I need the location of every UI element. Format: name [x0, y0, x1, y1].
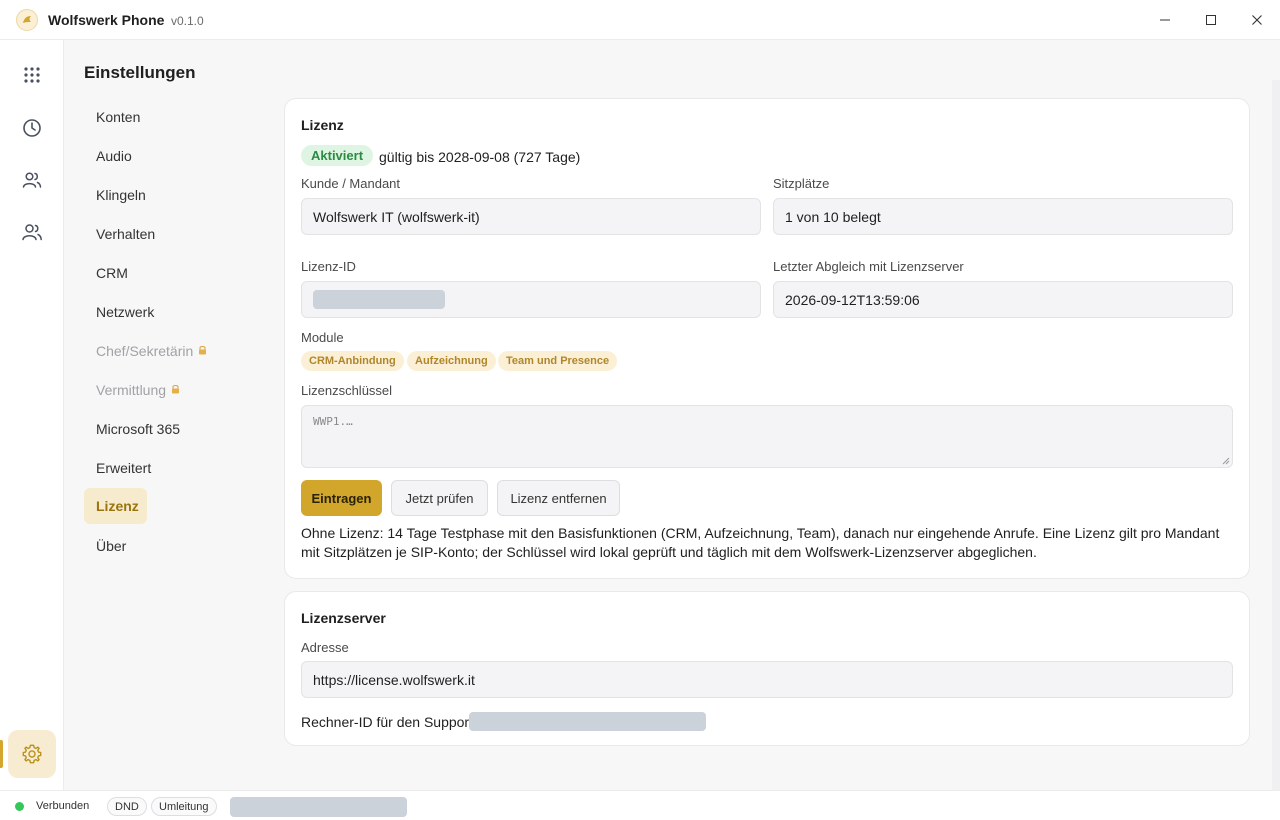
license-card: Lizenz Aktiviert gültig bis 2028-09-08 (…	[284, 98, 1250, 579]
gear-icon	[22, 744, 42, 764]
dnd-toggle[interactable]: DND	[107, 797, 147, 816]
nav-lizenz[interactable]: Lizenz	[84, 488, 147, 524]
rail-dialpad-button[interactable]	[8, 51, 56, 99]
check-now-button[interactable]: Jetzt prüfen	[391, 480, 488, 516]
nav-netzwerk[interactable]: Netzwerk	[84, 294, 234, 330]
license-valid-text: gültig bis 2028-09-08 (727 Tage)	[379, 149, 581, 165]
license-key-placeholder: WWP1.…	[313, 415, 353, 428]
redacted-machine-id	[469, 712, 707, 731]
settings-title: Einstellungen	[84, 63, 196, 82]
nav-chef-sekretaerin[interactable]: Chef/Sekretärin	[84, 333, 234, 369]
remove-license-button[interactable]: Lizenz entfernen	[497, 480, 620, 516]
license-key-label: Lizenzschlüssel	[301, 383, 393, 398]
settings-area: Einstellungen Konten Audio Klingeln Verh…	[64, 40, 1280, 791]
customer-label: Kunde / Mandant	[301, 176, 401, 191]
license-id-label: Lizenz-ID	[301, 259, 356, 274]
license-server-title: Lizenzserver	[301, 610, 386, 626]
close-icon	[1252, 15, 1262, 25]
machine-id-line: Rechner-ID für den Suppor	[301, 712, 707, 731]
license-server-card: Lizenzserver Adresse https://license.wol…	[284, 591, 1250, 746]
minimize-icon	[1160, 19, 1170, 21]
team-icon	[22, 224, 42, 241]
license-card-title: Lizenz	[301, 117, 344, 133]
license-id-field	[301, 281, 761, 318]
machine-id-label: Rechner-ID für den Suppor	[301, 713, 470, 730]
enter-license-button[interactable]: Eintragen	[301, 480, 382, 516]
redacted-status-info	[230, 797, 407, 817]
lock-icon	[171, 384, 180, 397]
nav-crm[interactable]: CRM	[84, 255, 234, 291]
connection-status: Verbunden	[36, 800, 90, 812]
maximize-icon	[1206, 15, 1216, 25]
customer-field: Wolfswerk IT (wolfswerk-it)	[301, 198, 761, 235]
seats-field: 1 von 10 belegt	[773, 198, 1233, 235]
modules-label: Module	[301, 330, 344, 345]
rail-settings-button[interactable]	[8, 730, 56, 778]
license-info-text: Ohne Lizenz: 14 Tage Testphase mit den B…	[301, 525, 1220, 560]
server-address-input[interactable]: https://license.wolfswerk.it	[301, 661, 1233, 698]
forward-toggle[interactable]: Umleitung	[151, 797, 217, 816]
connection-status-dot	[15, 802, 24, 811]
address-label: Adresse	[301, 640, 349, 655]
rail-history-button[interactable]	[8, 104, 56, 152]
maximize-button[interactable]	[1188, 0, 1234, 40]
dialpad-icon	[24, 67, 40, 83]
contacts-icon	[22, 172, 42, 188]
status-badge: Aktiviert	[301, 145, 374, 166]
nav-microsoft-365[interactable]: Microsoft 365	[84, 411, 234, 447]
close-button[interactable]	[1234, 0, 1280, 40]
nav-erweitert[interactable]: Erweitert	[84, 450, 234, 486]
resize-grip-icon[interactable]	[1222, 457, 1230, 465]
icon-rail	[0, 40, 64, 790]
nav-label: Chef/Sekretärin	[96, 343, 194, 359]
last-sync-field: 2026-09-12T13:59:06	[773, 281, 1233, 318]
nav-konten[interactable]: Konten	[84, 99, 234, 135]
redacted-license-id	[313, 290, 445, 309]
nav-verhalten[interactable]: Verhalten	[84, 216, 234, 252]
app-title: Wolfswerk Phone	[48, 12, 165, 28]
module-chip-crm: CRM-Anbindung	[301, 351, 404, 371]
app-version: v0.1.0	[171, 14, 204, 28]
nav-audio[interactable]: Audio	[84, 138, 234, 174]
minimize-button[interactable]	[1142, 0, 1188, 40]
nav-klingeln[interactable]: Klingeln	[84, 177, 234, 213]
module-chip-team-presence: Team und Presence	[498, 351, 618, 371]
module-chip-recording: Aufzeichnung	[407, 351, 496, 371]
nav-ueber[interactable]: Über	[84, 528, 234, 564]
app-logo-icon	[16, 9, 38, 31]
title-bar: Wolfswerk Phone v0.1.0	[0, 0, 1280, 40]
active-rail-indicator	[0, 740, 3, 768]
last-sync-label: Letzter Abgleich mit Lizenzserver	[773, 259, 964, 274]
seats-label: Sitzplätze	[773, 176, 830, 191]
lock-icon	[198, 345, 207, 358]
rail-contacts-button[interactable]	[8, 156, 56, 204]
nav-vermittlung[interactable]: Vermittlung	[84, 372, 234, 408]
license-key-input[interactable]: WWP1.…	[301, 405, 1233, 468]
nav-label: Vermittlung	[96, 382, 167, 398]
history-icon	[23, 119, 41, 137]
scrollbar[interactable]	[1272, 80, 1280, 791]
rail-team-button[interactable]	[8, 208, 56, 256]
status-bar: Verbunden DND Umleitung	[0, 790, 1280, 820]
